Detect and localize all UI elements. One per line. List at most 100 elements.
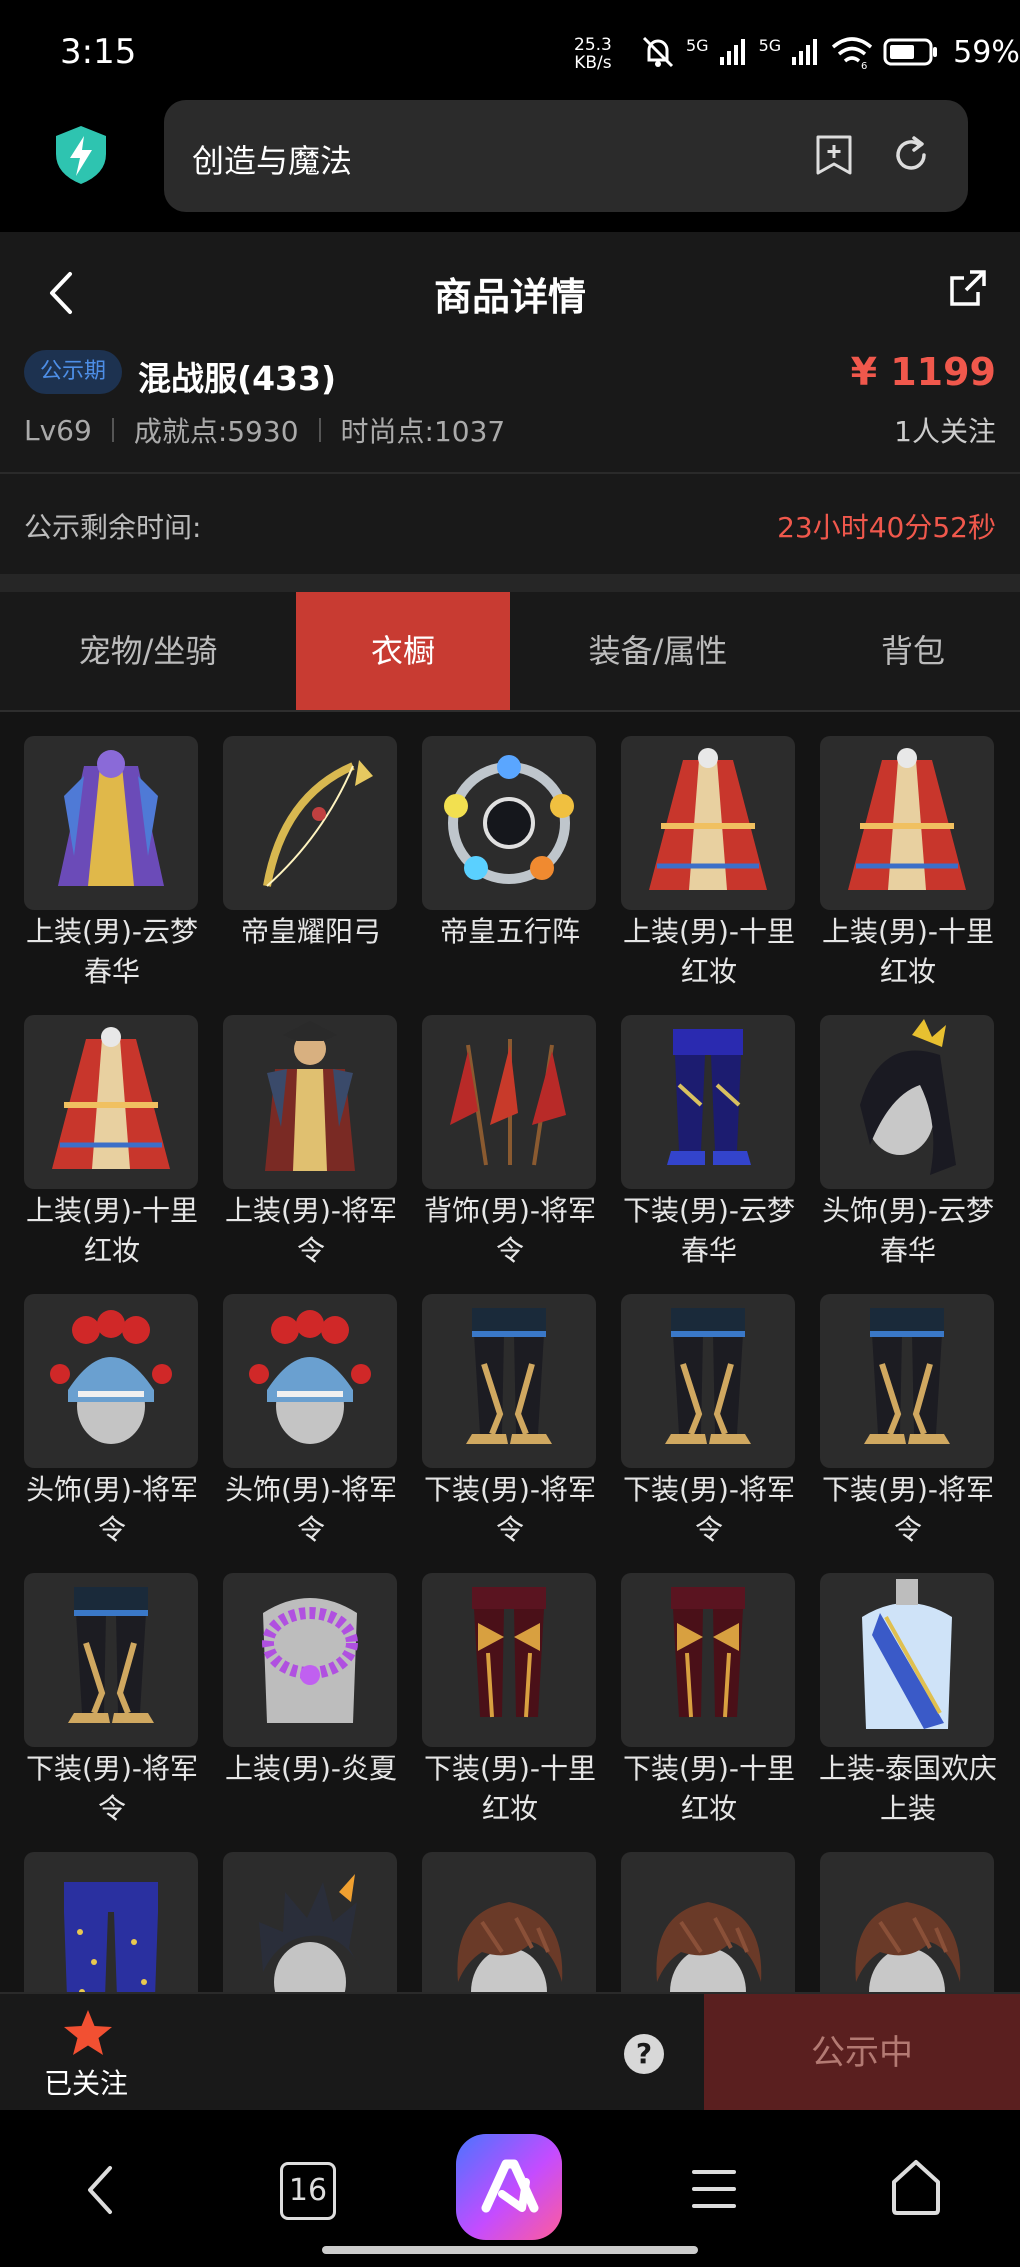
wardrobe-item[interactable]: 上装(男)-十里红妆 — [621, 736, 797, 1006]
wardrobe-item[interactable] — [422, 1852, 598, 1992]
wardrobe-item[interactable]: 下装(男)-十里红妆 — [621, 1573, 797, 1843]
divider — [318, 418, 321, 442]
address-bar[interactable]: 创造与魔法 — [164, 100, 968, 212]
achievement-points: 成就点:5930 — [133, 415, 299, 448]
item-thumbnail — [820, 1015, 994, 1189]
head-brown-icon — [656, 1902, 762, 1992]
item-thumbnail — [223, 1852, 397, 1992]
item-label: 上装-泰国欢庆上装 — [818, 1752, 998, 1825]
item-thumbnail — [223, 1015, 397, 1189]
help-icon[interactable]: ? — [624, 2034, 664, 2074]
wardrobe-item[interactable]: 头饰(男)-将军令 — [223, 1294, 399, 1564]
pants-dark-icon — [864, 1308, 950, 1444]
item-label: 下装(男)-将军令 — [424, 1473, 596, 1546]
wardrobe-item[interactable] — [820, 1852, 996, 1992]
nav-back-icon[interactable] — [78, 2160, 122, 2220]
flags-icon — [450, 1039, 566, 1166]
pants-dark-icon — [665, 1308, 751, 1444]
status-icons: 5G 5G 6 59% — [640, 34, 1020, 70]
star-icon[interactable] — [62, 2008, 114, 2058]
page-header: 商品详情 — [0, 232, 1020, 350]
level-text: Lv69 — [24, 413, 92, 447]
system-nav: 16 — [0, 2110, 1020, 2267]
item-thumbnail — [24, 1573, 198, 1747]
page-title: 商品详情 — [433, 275, 586, 319]
robe-red-icon — [52, 1027, 170, 1169]
wardrobe-item[interactable] — [621, 1852, 797, 1992]
tab-equipment[interactable]: 装备/属性 — [510, 592, 806, 710]
wardrobe-item[interactable]: 头饰(男)-云梦春华 — [820, 1015, 996, 1285]
wardrobe-item[interactable]: 上装(男)-云梦春华 — [24, 736, 200, 1006]
item-label: 帝皇耀阳弓 — [240, 915, 381, 948]
head-brown-icon — [855, 1902, 961, 1992]
head-brown-icon — [457, 1902, 563, 1992]
menu-icon[interactable] — [690, 2166, 738, 2212]
wardrobe-item[interactable]: 下装(男)-将军令 — [24, 1573, 200, 1843]
wardrobe-item[interactable]: 下装(男)-将军令 — [422, 1294, 598, 1564]
item-label: 上装(男)-炎夏 — [225, 1752, 397, 1785]
item-thumbnail — [621, 1294, 795, 1468]
item-thumbnail — [223, 1294, 397, 1468]
item-name: 混战服(433) — [138, 359, 337, 398]
battery-icon — [883, 38, 938, 66]
wardrobe-item[interactable] — [24, 1852, 200, 1992]
fashion-points: 时尚点:1037 — [340, 415, 506, 448]
tab-wardrobe[interactable]: 衣橱 — [296, 592, 510, 710]
wardrobe-item[interactable] — [223, 1852, 399, 1992]
wardrobe-item[interactable]: 下装(男)-十里红妆 — [422, 1573, 598, 1843]
tabs-count-button[interactable]: 16 — [280, 2162, 336, 2220]
robe-purple-icon — [58, 750, 164, 886]
section-gap — [0, 574, 1020, 592]
head-spiky-icon — [259, 1874, 363, 1992]
wardrobe-item[interactable]: 下装(男)-将军令 — [621, 1294, 797, 1564]
item-thumbnail — [223, 736, 397, 910]
item-price: ¥ 1199 — [850, 350, 996, 394]
item-label: 下装(男)-十里红妆 — [424, 1752, 596, 1825]
wardrobe-item[interactable]: 帝皇耀阳弓 — [223, 736, 399, 1006]
pants-blue-icon — [667, 1029, 751, 1165]
address-text[interactable]: 创造与魔法 — [192, 136, 352, 182]
network-speed: 25.3 KB/s — [574, 36, 612, 72]
tab-pets-mounts[interactable]: 宠物/坐骑 — [0, 592, 296, 710]
item-attributes: Lv69 成就点:5930 时尚点:1037 — [24, 410, 505, 450]
home-indicator[interactable] — [322, 2246, 698, 2254]
wardrobe-item[interactable]: 下装(男)-将军令 — [820, 1294, 996, 1564]
item-thumbnail — [422, 736, 596, 910]
item-label: 上装(男)-云梦春华 — [26, 915, 198, 988]
share-icon[interactable] — [948, 268, 988, 308]
tab-bar: 宠物/坐骑 衣橱 装备/属性 背包 — [0, 592, 1020, 712]
home-icon[interactable] — [890, 2158, 942, 2216]
pants-dark-icon — [68, 1587, 154, 1723]
status-bar: 3:15 25.3 KB/s 5G 5G 6 59% — [0, 0, 1020, 100]
item-label: 头饰(男)-将军令 — [225, 1473, 397, 1546]
battery-percent: 59% — [953, 34, 1020, 70]
ai-assistant-button[interactable] — [456, 2134, 562, 2240]
wardrobe-item[interactable]: 帝皇五行阵 — [422, 736, 598, 1006]
notice-countdown: 23小时40分52秒 — [777, 511, 996, 544]
bookmark-add-icon[interactable] — [814, 134, 854, 176]
wardrobe-item[interactable]: 背饰(男)-将军令 — [422, 1015, 598, 1285]
followed-label[interactable]: 已关注 — [44, 2062, 128, 2102]
head-opera-icon — [249, 1310, 371, 1444]
armor-general-icon — [265, 1021, 355, 1171]
wardrobe-item[interactable]: 上装(男)-十里红妆 — [820, 736, 996, 1006]
item-label: 上装(男)-十里红妆 — [26, 1194, 198, 1267]
signal-5g-label-1: 5G — [686, 35, 709, 55]
shield-icon[interactable] — [52, 124, 110, 186]
item-label: 下装(男)-十里红妆 — [623, 1752, 795, 1825]
refresh-icon[interactable] — [890, 134, 932, 176]
tab-backpack[interactable]: 背包 — [806, 592, 1020, 710]
wardrobe-item[interactable]: 上装(男)-十里红妆 — [24, 1015, 200, 1285]
publicity-button[interactable]: 公示中 — [704, 1994, 1020, 2112]
wardrobe-item[interactable]: 上装-泰国欢庆上装 — [819, 1573, 997, 1843]
wardrobe-item[interactable]: 上装(男)-炎夏 — [223, 1573, 399, 1843]
torso-lei-icon — [262, 1598, 358, 1723]
wardrobe-item[interactable]: 上装(男)-将军令 — [223, 1015, 399, 1285]
item-thumbnail — [422, 1015, 596, 1189]
wardrobe-item[interactable]: 下装(男)-云梦春华 — [621, 1015, 797, 1285]
item-label: 下装(男)-将军令 — [623, 1473, 795, 1546]
robe-red-icon — [848, 748, 966, 890]
network-speed-value: 25.3 — [574, 35, 612, 55]
wardrobe-item[interactable]: 头饰(男)-将军令 — [24, 1294, 200, 1564]
wardrobe-grid: 上装(男)-云梦春华 帝皇耀阳弓 帝皇五行阵 上装(男)-十里红妆 上装(男)-十里红妆… — [24, 736, 1000, 1992]
